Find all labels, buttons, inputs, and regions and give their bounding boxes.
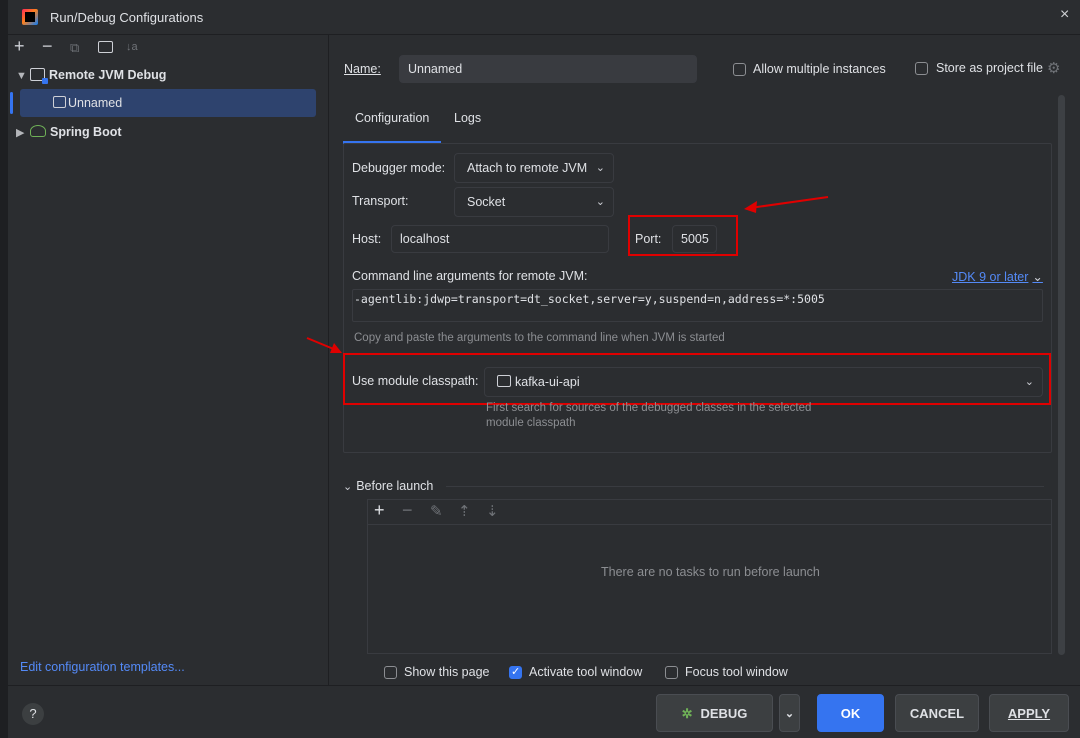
cmd-args-label: Command line arguments for remote JVM: <box>352 269 588 283</box>
show-page-checkbox[interactable] <box>384 666 397 679</box>
apply-button[interactable]: APPLY <box>989 694 1069 732</box>
arrow-to-module <box>306 337 337 351</box>
module-classpath-select[interactable]: kafka-ui-api ⌄ <box>484 367 1043 397</box>
module-icon <box>497 375 511 387</box>
before-launch-task-list <box>367 524 1052 654</box>
debug-dropdown-button[interactable]: ⌄ <box>779 694 800 732</box>
module-classpath-label: Use module classpath: <box>352 374 479 388</box>
module-hint-line2: module classpath <box>486 417 576 429</box>
activate-tool-checkbox[interactable] <box>509 665 522 679</box>
edit-icon[interactable]: ✎ <box>430 502 443 520</box>
cancel-button[interactable]: CANCEL <box>895 694 979 732</box>
cmd-args-hint: Copy and paste the arguments to the comm… <box>354 332 725 344</box>
module-hint-line1: First search for sources of the debugged… <box>486 402 812 414</box>
module-classpath-value: kafka-ui-api <box>515 375 580 389</box>
move-down-icon[interactable]: ⇣ <box>486 502 499 520</box>
add-icon[interactable]: + <box>374 500 385 521</box>
focus-tool-checkbox[interactable] <box>665 666 678 679</box>
chevron-down-icon: ⌄ <box>784 708 795 720</box>
focus-tool-label[interactable]: Focus tool window <box>685 665 788 679</box>
before-launch-label: Before launch <box>356 479 434 493</box>
section-divider <box>446 486 1044 487</box>
no-tasks-text: There are no tasks to run before launch <box>601 565 820 579</box>
cmd-args-field[interactable]: -agentlib:jdwp=transport=dt_socket,serve… <box>352 289 1043 322</box>
move-up-icon[interactable]: ⇡ <box>458 502 471 520</box>
remove-icon[interactable]: − <box>402 500 413 521</box>
apply-button-label: APPLY <box>1007 706 1051 721</box>
help-icon[interactable]: ? <box>22 703 44 725</box>
chevron-down-icon: ⌄ <box>1032 270 1043 284</box>
arrow-to-port <box>749 196 829 209</box>
activate-tool-label[interactable]: Activate tool window <box>529 665 642 679</box>
footer-divider <box>8 685 1080 686</box>
ok-button[interactable]: OK <box>817 694 884 732</box>
arrow-head <box>744 201 757 213</box>
debug-button[interactable]: ✲ DEBUG <box>656 694 773 732</box>
vertical-scrollbar[interactable] <box>1058 95 1065 655</box>
chevron-down-icon: ⌄ <box>1024 376 1034 388</box>
jdk-link-text: JDK 9 or later <box>952 270 1029 284</box>
jdk-version-link[interactable]: JDK 9 or later ⌄ <box>952 269 1043 284</box>
chevron-down-icon: ⌄ <box>343 481 353 493</box>
debug-button-label: DEBUG <box>700 706 748 721</box>
before-launch-toggle[interactable]: ⌄ Before launch <box>343 479 433 493</box>
show-page-label[interactable]: Show this page <box>404 665 489 679</box>
debug-bug-icon: ✲ <box>681 706 693 721</box>
